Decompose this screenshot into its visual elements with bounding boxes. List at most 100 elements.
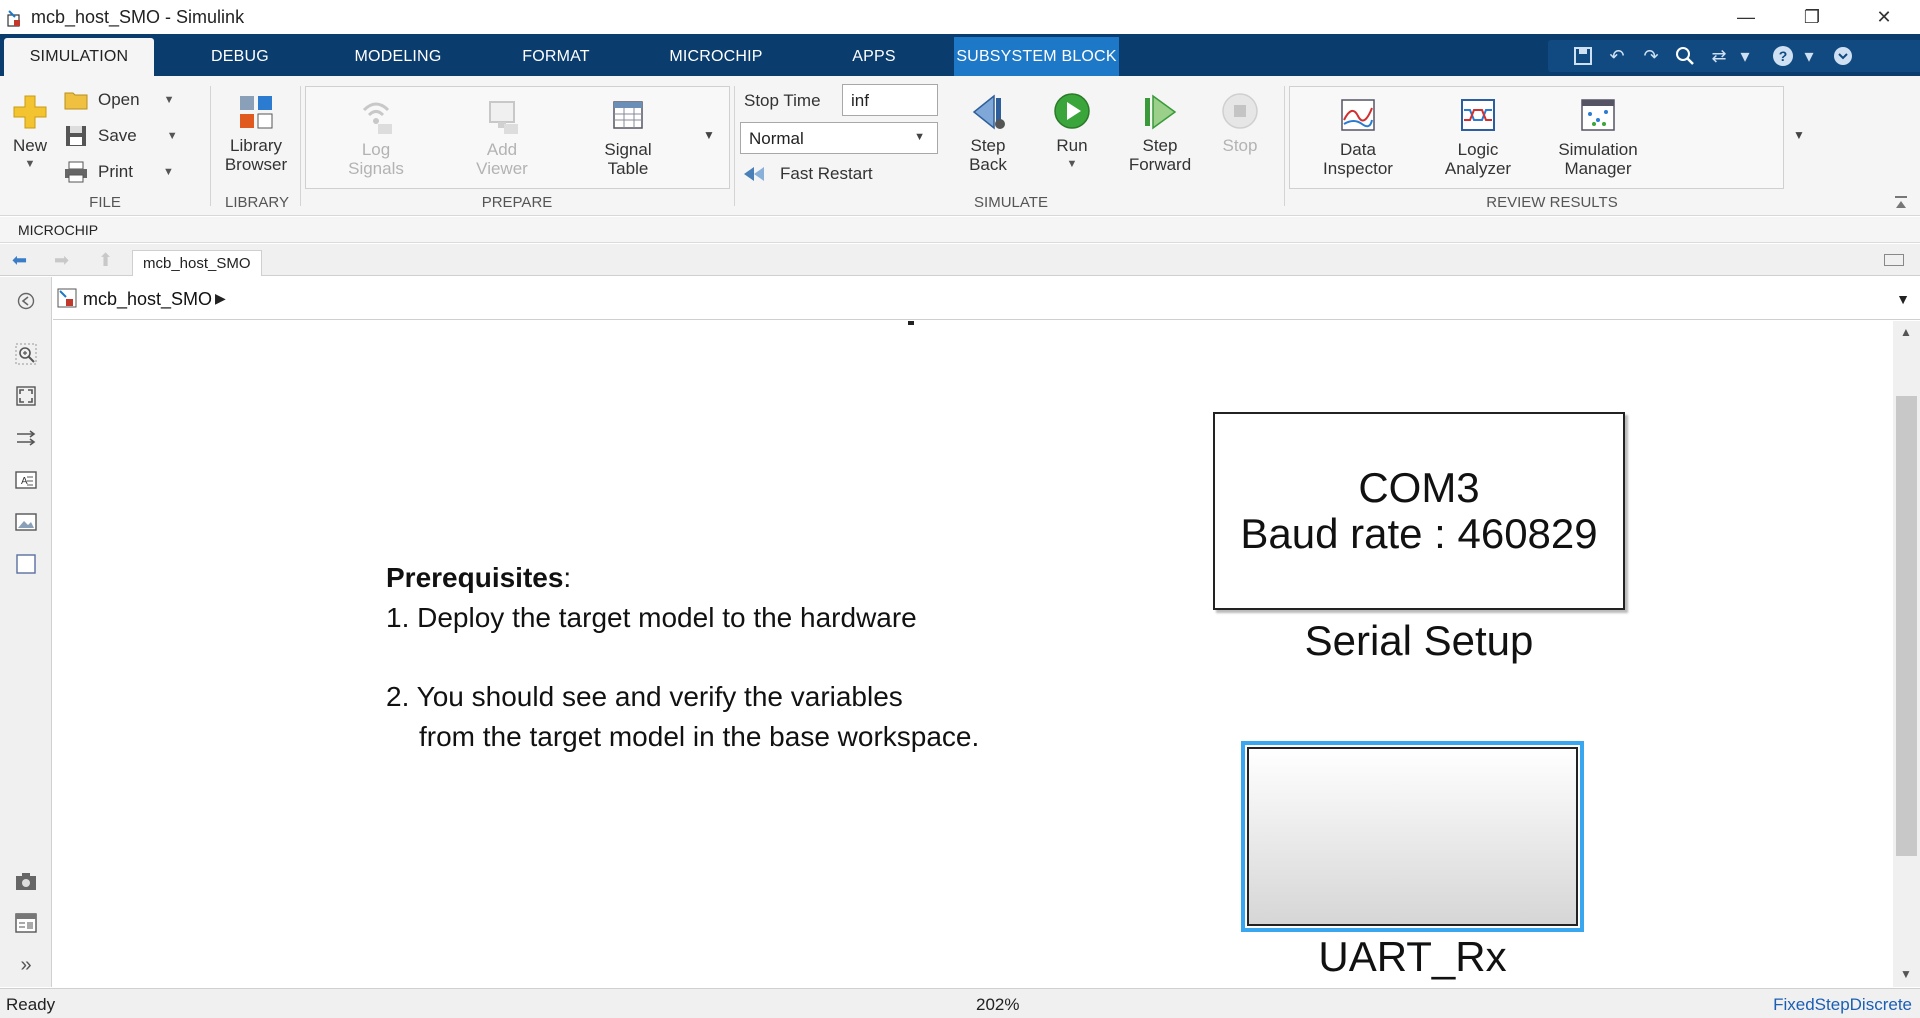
model-tab[interactable]: mcb_host_SMO bbox=[132, 250, 262, 276]
title-bar: mcb_host_SMO - Simulink — ❐ ✕ bbox=[0, 0, 1920, 34]
prerequisites-annotation[interactable]: Prerequisites: 1. Deploy the target mode… bbox=[386, 558, 979, 757]
solver-link[interactable]: FixedStepDiscrete bbox=[1773, 995, 1912, 1015]
zoom-icon[interactable] bbox=[14, 342, 38, 366]
simulation-manager-icon bbox=[1581, 99, 1615, 131]
signal-table-button[interactable]: Signal Table bbox=[588, 96, 668, 178]
collapse-toolstrip-icon[interactable] bbox=[1893, 194, 1909, 210]
uart-rx-block-name[interactable]: UART_Rx bbox=[1241, 933, 1584, 981]
prepare-gallery-expand[interactable]: ▼ bbox=[703, 128, 715, 142]
undo-icon[interactable]: ↶ bbox=[1600, 40, 1634, 72]
prerequisites-title: Prerequisites bbox=[386, 562, 564, 593]
save-label: Save bbox=[98, 126, 137, 145]
print-label: Print bbox=[98, 162, 133, 181]
scroll-down-icon[interactable]: ▼ bbox=[1900, 967, 1912, 981]
serial-setup-block[interactable]: COM3 Baud rate : 460829 bbox=[1213, 412, 1625, 610]
print-button[interactable]: Print ▼ bbox=[64, 158, 174, 186]
data-inspector-button[interactable]: Data Inspector bbox=[1310, 96, 1406, 178]
search-icon[interactable] bbox=[1668, 40, 1702, 72]
library-browser-button[interactable]: Library Browser bbox=[214, 92, 298, 174]
simulation-mode-select[interactable]: Normal ▼ bbox=[740, 122, 938, 154]
data-inspector-icon bbox=[1341, 99, 1375, 131]
new-label: New bbox=[12, 136, 47, 155]
signal-table-label-1: Signal bbox=[604, 140, 652, 159]
log-signals-label-2: Signals bbox=[348, 159, 404, 178]
add-viewer-icon bbox=[489, 101, 518, 134]
log-signals-button[interactable]: Log Signals bbox=[336, 96, 416, 178]
step-forward-button[interactable]: Step Forward bbox=[1120, 92, 1200, 174]
review-gallery-expand[interactable]: ▼ bbox=[1793, 128, 1805, 142]
minimize-button[interactable]: — bbox=[1718, 0, 1774, 34]
step-back-button[interactable]: Step Back bbox=[950, 92, 1026, 174]
microchip-toolstrip-label[interactable]: MICROCHIP bbox=[18, 222, 98, 238]
serial-setup-block-name[interactable]: Serial Setup bbox=[1213, 617, 1625, 665]
open-button[interactable]: Open ▼ bbox=[64, 86, 174, 114]
run-button[interactable]: Run ▼ bbox=[1040, 92, 1104, 174]
save-icon bbox=[66, 126, 86, 146]
new-plus-icon bbox=[13, 95, 47, 129]
simulation-manager-label-1: Simulation bbox=[1558, 140, 1638, 159]
play-icon bbox=[1054, 93, 1090, 129]
simulation-manager-label-2: Manager bbox=[1564, 159, 1632, 178]
property-inspector-icon[interactable] bbox=[14, 911, 38, 935]
help-icon[interactable]: ? bbox=[1766, 40, 1800, 72]
chevron-down-icon[interactable]: ▾ bbox=[1800, 40, 1818, 72]
stop-icon bbox=[1222, 93, 1258, 129]
logic-analyzer-button[interactable]: Logic Analyzer bbox=[1430, 96, 1526, 178]
image-icon[interactable] bbox=[14, 510, 38, 534]
tab-format[interactable]: FORMAT bbox=[506, 38, 606, 76]
section-prepare-label: PREPARE bbox=[481, 194, 553, 211]
up-arrow-icon[interactable]: ⬆ bbox=[98, 250, 113, 271]
fit-to-view-icon[interactable] bbox=[14, 384, 38, 408]
camera-icon[interactable] bbox=[14, 869, 38, 893]
add-viewer-button[interactable]: Add Viewer bbox=[462, 96, 542, 178]
new-button[interactable]: New ▼ bbox=[8, 92, 52, 174]
prerequisites-colon: : bbox=[563, 562, 572, 593]
route-lines-icon[interactable] bbox=[14, 426, 38, 450]
stop-time-input[interactable]: inf bbox=[842, 84, 938, 116]
customize-icon[interactable]: ⇄ bbox=[1702, 40, 1736, 72]
back-arrow-icon[interactable]: ⬅ bbox=[12, 250, 27, 271]
tab-apps[interactable]: APPS bbox=[834, 38, 914, 76]
model-icon bbox=[57, 288, 77, 308]
restore-button[interactable]: ❐ bbox=[1784, 0, 1840, 34]
expand-palette-icon[interactable]: » bbox=[14, 953, 38, 977]
fast-restart-label: Fast Restart bbox=[780, 164, 873, 183]
signal-line-stub bbox=[908, 321, 914, 325]
scrollbar-thumb[interactable] bbox=[1896, 396, 1917, 856]
section-divider bbox=[300, 86, 301, 206]
chevron-down-icon[interactable]: ▾ bbox=[1736, 40, 1754, 72]
hide-explorer-icon[interactable] bbox=[14, 289, 38, 313]
fast-restart-button[interactable]: Fast Restart bbox=[742, 160, 873, 188]
stop-button[interactable]: Stop bbox=[1210, 92, 1270, 155]
status-bar: Ready 202% FixedStepDiscrete bbox=[0, 988, 1920, 1018]
svg-text:A: A bbox=[21, 476, 28, 487]
tab-debug[interactable]: DEBUG bbox=[190, 38, 290, 76]
area-icon[interactable] bbox=[14, 552, 38, 576]
chevron-down-icon: ▼ bbox=[162, 166, 174, 178]
keyboard-icon[interactable] bbox=[1884, 254, 1904, 266]
annotation-icon[interactable]: A bbox=[14, 468, 38, 492]
step-back-label-2: Back bbox=[969, 155, 1007, 174]
scroll-up-icon[interactable]: ▲ bbox=[1900, 325, 1912, 339]
chevron-down-icon[interactable]: ▼ bbox=[1896, 291, 1910, 307]
breadcrumb-arrow-icon[interactable]: ▶ bbox=[215, 290, 226, 307]
vertical-scrollbar[interactable]: ▲ ▼ bbox=[1893, 321, 1920, 987]
tab-subsystem-block[interactable]: SUBSYSTEM BLOCK bbox=[954, 37, 1119, 76]
serial-port-text: COM3 bbox=[1358, 464, 1480, 511]
close-button[interactable]: ✕ bbox=[1856, 0, 1912, 34]
simulation-manager-button[interactable]: Simulation Manager bbox=[1546, 96, 1650, 178]
data-inspector-label-1: Data bbox=[1340, 140, 1376, 159]
redo-icon[interactable]: ↷ bbox=[1634, 40, 1668, 72]
forward-arrow-icon[interactable]: ➡ bbox=[54, 250, 69, 271]
uart-rx-block[interactable] bbox=[1241, 741, 1584, 932]
save-button[interactable]: Save ▼ bbox=[64, 122, 178, 150]
library-browser-label-2: Browser bbox=[224, 155, 288, 174]
tab-microchip[interactable]: MICROCHIP bbox=[656, 38, 776, 76]
tab-simulation[interactable]: SIMULATION bbox=[4, 38, 154, 76]
tab-modeling[interactable]: MODELING bbox=[338, 38, 458, 76]
breadcrumb-model[interactable]: mcb_host_SMO bbox=[83, 289, 212, 310]
printer-icon bbox=[65, 161, 87, 183]
collapse-ribbon-icon[interactable] bbox=[1826, 40, 1860, 72]
ribbon: New ▼ Open ▼ Save ▼ Print ▼ FILE Library… bbox=[0, 76, 1920, 216]
save-icon[interactable] bbox=[1566, 40, 1600, 72]
